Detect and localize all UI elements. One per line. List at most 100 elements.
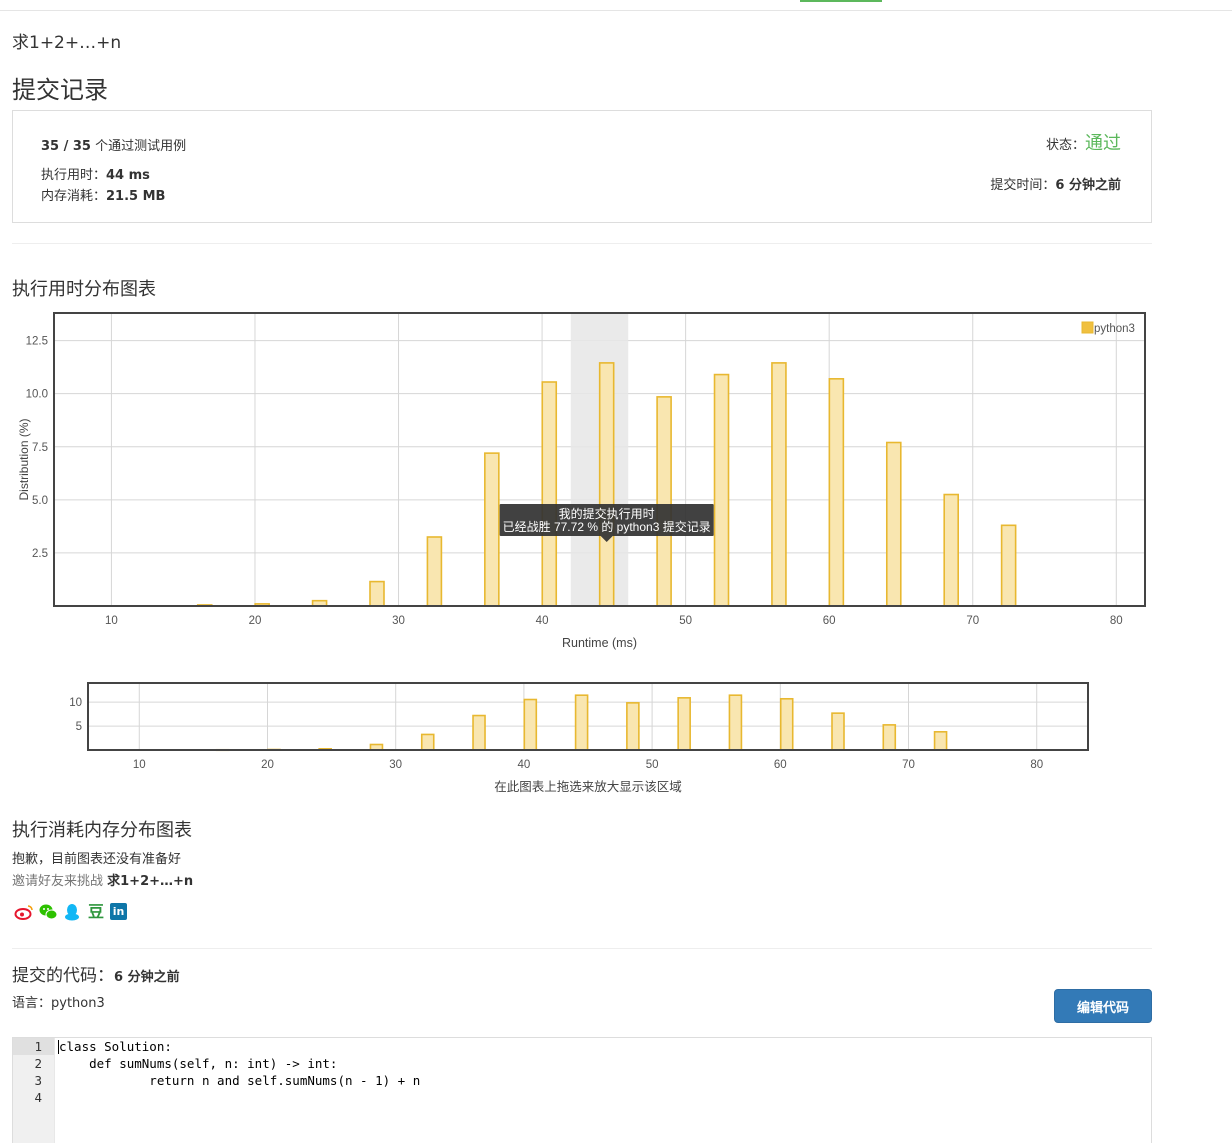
x-tick-label: 60 xyxy=(823,615,836,627)
page-title: 提交记录 xyxy=(12,76,108,104)
code-line[interactable]: def sumNums(self, n: int) -> int: xyxy=(59,1055,420,1072)
bar xyxy=(1000,524,1017,607)
tooltip-line1: 我的提交执行用时 xyxy=(559,506,655,521)
x-tick-label: 30 xyxy=(392,615,405,627)
invite-prefix: 邀请好友来挑战 xyxy=(12,874,108,889)
code-line[interactable]: class Solution: xyxy=(59,1038,420,1055)
status-badge: 通过 xyxy=(1085,133,1121,154)
bar xyxy=(885,441,902,607)
x-tick-label: 70 xyxy=(902,759,915,771)
runtime-summary: 执行用时：44 ms xyxy=(41,164,150,183)
x-tick-label: 20 xyxy=(249,615,262,627)
submit-time-label: 提交时间： xyxy=(990,178,1056,193)
runtime-label: 执行用时： xyxy=(41,168,107,183)
tooltip-line2: 已经战胜 77.72 % 的 python3 提交记录 xyxy=(503,519,711,534)
line-number: 2 xyxy=(34,1056,42,1071)
code-editor[interactable]: 1 2 3 4 class Solution: def sumNums(self… xyxy=(12,1037,1152,1143)
runtime-navigator-chart[interactable]: 10 20 30 40 50 60 70 80 5 10 在此图表上拖选来放大显示该区域 xyxy=(0,676,1232,798)
bar xyxy=(598,362,615,607)
bar xyxy=(420,733,435,751)
bar xyxy=(933,731,948,751)
x-tick-label: 50 xyxy=(679,615,692,627)
y-tick-label: 2.5 xyxy=(32,548,48,560)
invite-problem-name: 求1+2+…+n xyxy=(107,874,194,889)
submission-result-panel: 35 / 35 个通过测试用例 执行用时：44 ms 内存消耗：21.5 MB … xyxy=(12,110,1152,223)
bar xyxy=(541,381,558,607)
bar xyxy=(472,714,486,751)
bar xyxy=(369,580,385,607)
code-line[interactable]: return n and self.sumNums(n - 1) + n xyxy=(59,1072,420,1089)
test-cases-summary: 35 / 35 个通过测试用例 xyxy=(41,135,186,154)
bar xyxy=(484,452,500,607)
y-tick-label: 12.5 xyxy=(26,336,48,348)
bar xyxy=(771,362,787,607)
line-number-gutter: 1 2 3 4 xyxy=(13,1038,55,1143)
bar xyxy=(426,536,443,607)
wechat-icon[interactable] xyxy=(38,902,58,922)
bar xyxy=(713,373,730,607)
x-tick-label: 10 xyxy=(133,759,146,771)
memory-label: 内存消耗： xyxy=(41,189,107,204)
code-lines[interactable]: class Solution: def sumNums(self, n: int… xyxy=(59,1038,420,1106)
y-tick-label: 5 xyxy=(76,721,82,733)
bar xyxy=(574,694,589,751)
status-label: 状态： xyxy=(1045,138,1085,153)
x-tick-label: 20 xyxy=(261,759,274,771)
submit-time-summary: 提交时间：6 分钟之前 xyxy=(990,174,1121,193)
bar xyxy=(728,694,743,751)
x-tick-label: 30 xyxy=(389,759,402,771)
douban-icon[interactable]: 豆 xyxy=(86,902,106,922)
x-axis-label: Runtime (ms) xyxy=(562,636,637,650)
top-navbar xyxy=(0,0,1232,11)
line-number: 3 xyxy=(34,1073,42,1088)
bar xyxy=(831,712,845,751)
y-tick-label: 10 xyxy=(69,697,82,709)
line-number: 1 xyxy=(13,1038,54,1055)
problem-title[interactable]: 求1+2+…+n xyxy=(12,28,121,53)
submit-time-value: 6 分钟之前 xyxy=(1055,178,1121,193)
active-tab-indicator xyxy=(800,0,882,2)
code-line[interactable] xyxy=(59,1089,420,1106)
x-tick-label: 50 xyxy=(646,759,659,771)
bar xyxy=(523,698,538,751)
memory-value: 21.5 MB xyxy=(106,189,166,204)
cases-passed-count: 35 / 35 xyxy=(41,139,91,154)
bar xyxy=(656,396,672,607)
legend-swatch xyxy=(1081,321,1094,334)
runtime-distribution-chart[interactable]: 10 20 30 40 50 60 70 80 2.5 5.0 7.5 10.0 12.5 Runtime… xyxy=(0,305,1232,655)
y-tick-label: 10.0 xyxy=(26,389,48,401)
y-tick-label: 7.5 xyxy=(32,442,48,454)
y-tick-label: 5.0 xyxy=(32,495,48,507)
y-axis-label: Distribution (%) xyxy=(17,418,31,500)
x-tick-label: 80 xyxy=(1030,759,1043,771)
code-submit-time: 6 分钟之前 xyxy=(114,970,180,985)
bar xyxy=(943,493,960,607)
x-tick-label: 40 xyxy=(536,615,549,627)
language-label: 语言： xyxy=(12,996,52,1011)
qq-icon[interactable] xyxy=(62,902,82,922)
x-tick-label: 60 xyxy=(774,759,787,771)
invite-friends-text: 邀请好友来挑战 求1+2+…+n xyxy=(12,870,193,889)
cases-label: 个通过测试用例 xyxy=(90,139,187,154)
line-number: 4 xyxy=(34,1090,42,1105)
linkedin-icon[interactable]: in xyxy=(110,903,127,920)
status-summary: 状态：通过 xyxy=(1046,129,1121,155)
code-language: 语言：python3 xyxy=(12,992,105,1011)
language-value: python3 xyxy=(51,996,105,1011)
bar xyxy=(828,378,845,607)
code-title-label: 提交的代码： xyxy=(12,966,114,986)
x-tick-label: 40 xyxy=(517,759,530,771)
bar xyxy=(626,702,640,751)
edit-code-button[interactable]: 编辑代码 xyxy=(1054,989,1152,1023)
divider xyxy=(12,948,1152,949)
x-tick-label: 10 xyxy=(105,615,118,627)
bar xyxy=(677,697,691,751)
submitted-code-title: 提交的代码：6 分钟之前 xyxy=(12,961,180,986)
x-tick-label: 80 xyxy=(1110,615,1123,627)
legend-label: python3 xyxy=(1094,323,1135,335)
weibo-icon[interactable] xyxy=(14,902,34,922)
x-tick-label: 70 xyxy=(966,615,979,627)
memory-summary: 内存消耗：21.5 MB xyxy=(41,185,165,204)
bar xyxy=(779,697,794,751)
memory-chart-not-ready: 抱歉，目前图表还没有准备好 xyxy=(12,852,182,867)
